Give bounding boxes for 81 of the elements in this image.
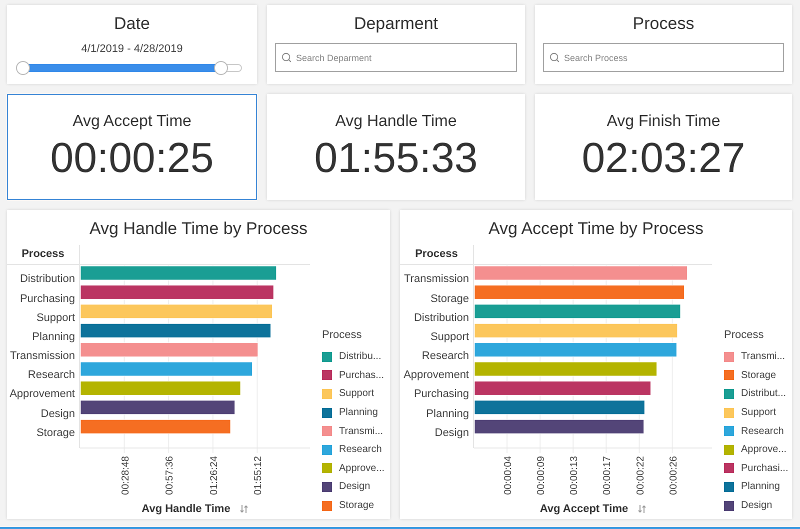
kpi-label: Avg Handle Time [335, 112, 457, 132]
sort-icon[interactable] [638, 505, 646, 514]
filter-title: Deparment [352, 13, 440, 35]
axis-tick-label: 00:00:22 [635, 456, 646, 495]
legend-label: Design [339, 480, 370, 494]
kpi-value: 01:55:33 [314, 134, 478, 182]
category-label: Storage [430, 292, 469, 307]
legend-label: Planning [339, 406, 378, 420]
axis-title: Process [22, 247, 64, 262]
axis-tick-label: 00:57:36 [164, 456, 176, 495]
search-field[interactable]: Search Deparment [275, 43, 517, 72]
kpi-card[interactable]: Avg Handle Time 01:55:33 [267, 94, 525, 200]
legend-label: Approve... [339, 462, 385, 476]
axis-tick-label: 00:00:17 [602, 456, 614, 495]
category-label: Design [40, 406, 75, 422]
legend-label: Support [339, 387, 374, 402]
chart-title: Avg Handle Time by Process [88, 218, 308, 240]
category-label: Purchasing [414, 387, 469, 402]
search-icon [549, 52, 560, 63]
legend-label: Research [339, 443, 382, 458]
legend-title: Process [724, 328, 765, 343]
legend-label: Purchasi... [741, 462, 788, 476]
axis-tick-label: 00:00:04 [503, 456, 514, 495]
legend-label: Support [741, 406, 776, 420]
category-label: Distribution [20, 272, 75, 288]
kpi-label: Avg Accept Time [72, 112, 192, 132]
search-field[interactable]: Search Process [543, 43, 784, 72]
kpi-value: 02:03:27 [582, 134, 746, 182]
category-label: Design [434, 426, 469, 441]
category-label: Distribution [414, 310, 469, 326]
chart-title: Avg Accept Time by Process [487, 218, 705, 240]
axis-tick-label: 00:00:09 [536, 456, 548, 495]
category-label: Transmission [10, 349, 75, 364]
legend-label: Transmi... [741, 350, 786, 364]
bar[interactable] [474, 419, 644, 434]
filter-title: Process [632, 13, 696, 35]
axis-tick-label: 00:00:13 [569, 456, 580, 495]
axis-title: Process [415, 247, 458, 262]
category-label: Purchasing [20, 292, 75, 307]
bar[interactable] [474, 380, 651, 396]
sort-icon[interactable] [240, 505, 248, 514]
category-label: Research [422, 349, 469, 364]
legend-label: Transmi... [339, 424, 384, 439]
category-label: Planning [426, 406, 469, 422]
axis-title: Avg Handle Time [142, 502, 230, 517]
kpi-label: Avg Finish Time [606, 112, 720, 132]
axis-tick-label: 00:00:26 [668, 456, 680, 495]
axis-title: Avg Accept Time [540, 502, 628, 517]
legend-label: Storage [339, 499, 374, 514]
kpi-card[interactable]: Avg Finish Time 02:03:27 [535, 94, 792, 200]
legend-label: Research [741, 424, 784, 439]
bar[interactable] [80, 400, 236, 415]
category-label: Storage [36, 426, 75, 441]
legend-label: Planning [741, 480, 780, 494]
category-label: Support [430, 330, 469, 345]
axis-tick-label: 00:28:48 [120, 456, 132, 495]
legend-label: Purchas... [339, 368, 384, 383]
bar[interactable] [474, 400, 645, 415]
bar[interactable] [80, 323, 271, 338]
legend-label: Storage [741, 368, 776, 383]
kpi-card[interactable]: Avg Accept Time 00:00:25 [7, 94, 257, 200]
date-range-label: 4/1/2019 - 4/28/2019 [81, 42, 183, 57]
filter-title: Date [113, 13, 151, 35]
category-label: Approvement [10, 387, 75, 402]
axis-tick-label: 01:55:12 [253, 456, 264, 495]
search-icon [281, 52, 292, 63]
legend-label: Distribu... [339, 350, 382, 364]
category-label: Research [28, 368, 75, 384]
category-label: Planning [32, 330, 75, 345]
category-label: Support [36, 310, 75, 326]
legend-label: Distribut... [741, 387, 786, 402]
axis-tick-label: 01:26:24 [208, 456, 220, 495]
legend-label: Design [741, 499, 772, 514]
legend-label: Approve... [741, 443, 787, 458]
slider-thumb[interactable] [16, 60, 30, 74]
kpi-value: 00:00:25 [50, 134, 214, 182]
slider-thumb[interactable] [214, 60, 228, 74]
category-label: Approvement [404, 368, 469, 384]
bar[interactable] [80, 284, 274, 300]
category-label: Transmission [404, 272, 469, 288]
legend-title: Process [322, 328, 363, 343]
